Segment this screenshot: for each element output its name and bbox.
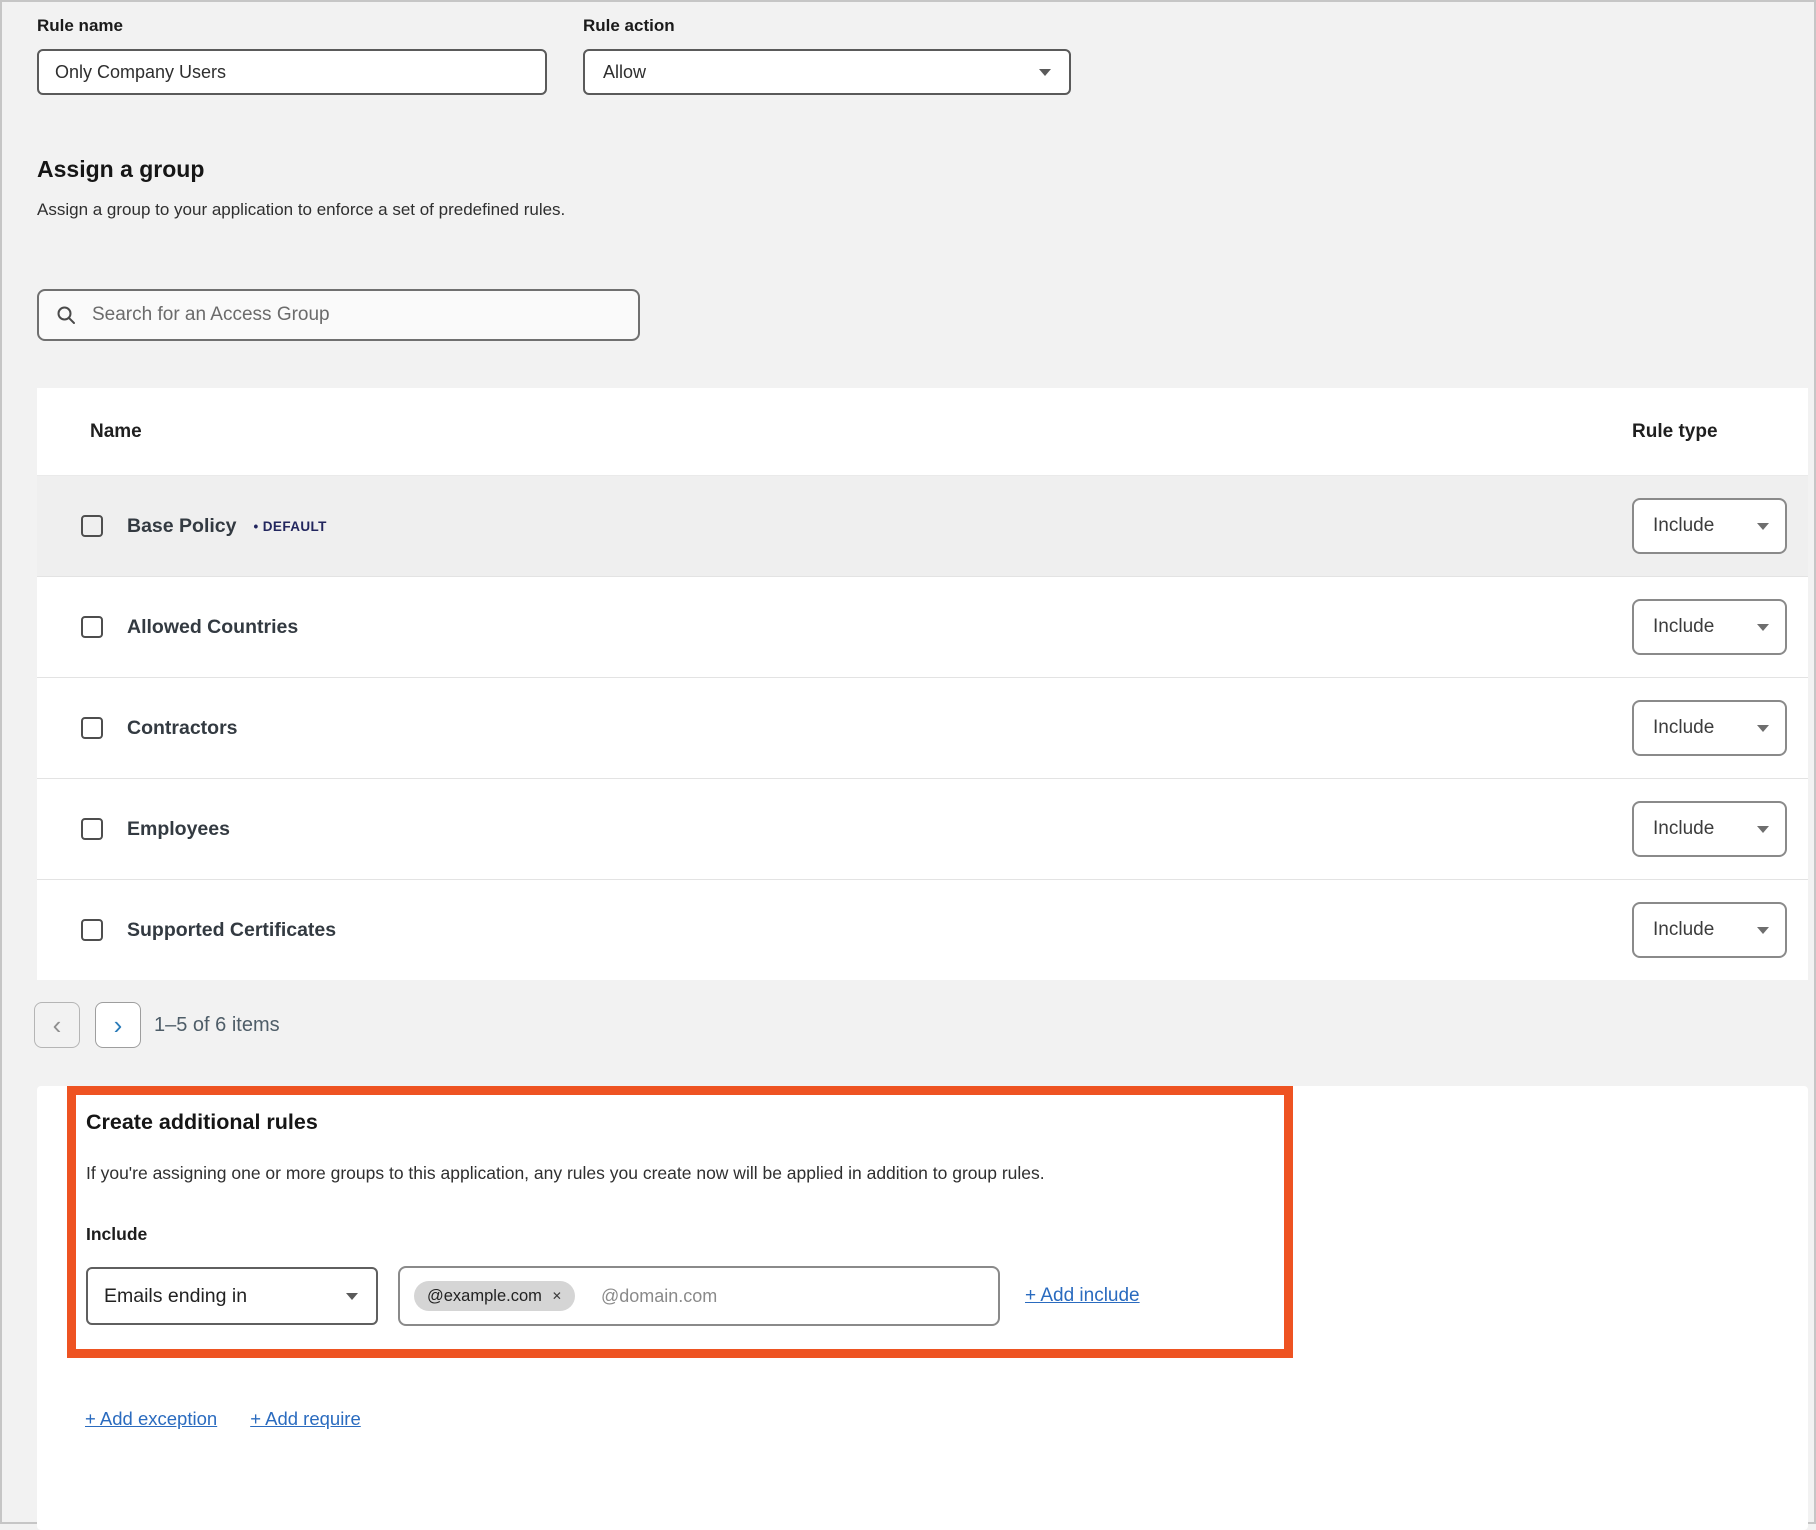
chevron-left-icon: ‹ [53,1012,62,1038]
highlighted-region: Create additional rules If you're assign… [67,1086,1293,1358]
rule-type-dropdown[interactable]: Include [1632,902,1787,958]
table-row: Supported Certificates Include [37,879,1808,980]
rule-type-cell: Include [1632,599,1808,655]
chevron-down-icon [1039,69,1051,76]
column-header-name: Name [37,421,1632,443]
rule-type-cell: Include [1632,801,1808,857]
assign-group-description: Assign a group to your application to en… [37,200,1808,220]
rule-type-value: Include [1653,919,1714,941]
rule-type-value: Include [1653,818,1714,840]
rule-type-cell: Include [1632,700,1808,756]
rule-type-dropdown[interactable]: Include [1632,801,1787,857]
email-chip-label: @example.com [427,1287,542,1306]
additional-rules-heading: Create additional rules [86,1110,1260,1135]
row-name-cell: Allowed Countries [37,616,1632,639]
rule-type-cell: Include [1632,902,1808,958]
table-header: Name Rule type [37,388,1808,475]
next-page-button[interactable]: › [95,1002,141,1048]
row-name-cell: Base Policy • DEFAULT [37,515,1632,538]
default-badge: • DEFAULT [253,519,326,534]
previous-page-button[interactable]: ‹ [34,1002,80,1048]
additional-rules-card: Create additional rules If you're assign… [37,1086,1808,1530]
row-checkbox[interactable] [81,515,103,537]
add-include-link[interactable]: + Add include [1025,1285,1140,1307]
search-input[interactable] [92,304,621,326]
table-row: Base Policy • DEFAULT Include [37,475,1808,576]
chevron-down-icon [1757,826,1769,833]
group-name: Employees [127,818,230,841]
group-name: Supported Certificates [127,919,336,942]
rule-action-field-group: Rule action Allow [583,16,1071,95]
email-input-placeholder: @domain.com [601,1286,717,1307]
pagination: ‹ › 1–5 of 6 items [37,1002,1808,1048]
rule-type-dropdown[interactable]: Include [1632,599,1787,655]
rule-action-select[interactable]: Allow [583,49,1071,95]
group-name: Allowed Countries [127,616,298,639]
email-chip: @example.com ✕ [414,1281,575,1311]
additional-rules-description: If you're assigning one or more groups t… [86,1163,1260,1184]
assign-group-heading: Assign a group [37,156,1808,183]
column-header-rule-type: Rule type [1632,421,1808,443]
condition-value: Emails ending in [104,1285,247,1308]
row-name-cell: Contractors [37,717,1632,740]
add-exception-link[interactable]: + Add exception [85,1408,217,1430]
group-name: Base Policy [127,515,236,538]
table-row: Employees Include [37,778,1808,879]
row-checkbox[interactable] [81,818,103,840]
include-label: Include [86,1224,1260,1245]
chevron-down-icon [1757,725,1769,732]
row-checkbox[interactable] [81,919,103,941]
include-rule-row: Emails ending in @example.com ✕ @domain.… [86,1266,1260,1326]
chip-remove-icon[interactable]: ✕ [552,1289,562,1303]
page: Rule name Rule action Allow Assign a gro… [2,16,1814,1530]
rule-type-value: Include [1653,717,1714,739]
pagination-range-label: 1–5 of 6 items [154,1014,280,1037]
rule-name-field-group: Rule name [37,16,547,95]
rule-type-value: Include [1653,515,1714,537]
rule-form: Rule name Rule action Allow [37,16,1808,95]
row-checkbox[interactable] [81,717,103,739]
group-name: Contractors [127,717,238,740]
chevron-down-icon [346,1293,358,1300]
search-icon [56,305,76,325]
chevron-right-icon: › [114,1012,123,1038]
chevron-down-icon [1757,523,1769,530]
table-row: Allowed Countries Include [37,576,1808,677]
email-domain-input[interactable]: @example.com ✕ @domain.com [398,1266,1000,1326]
rule-type-cell: Include [1632,498,1808,554]
rule-action-value: Allow [603,62,646,83]
chevron-down-icon [1757,624,1769,631]
condition-select[interactable]: Emails ending in [86,1267,378,1325]
row-name-cell: Supported Certificates [37,919,1632,942]
rule-type-dropdown[interactable]: Include [1632,700,1787,756]
rule-action-links: + Add exception + Add require [85,1408,1808,1430]
row-checkbox[interactable] [81,616,103,638]
access-groups-table: Name Rule type Base Policy • DEFAULT Inc… [37,388,1808,980]
row-name-cell: Employees [37,818,1632,841]
rule-action-label: Rule action [583,16,1071,36]
rule-name-label: Rule name [37,16,547,36]
rule-name-input[interactable] [37,49,547,95]
rule-type-value: Include [1653,616,1714,638]
table-row: Contractors Include [37,677,1808,778]
rule-type-dropdown[interactable]: Include [1632,498,1787,554]
access-group-search[interactable] [37,289,640,341]
chevron-down-icon [1757,927,1769,934]
add-require-link[interactable]: + Add require [250,1408,361,1430]
